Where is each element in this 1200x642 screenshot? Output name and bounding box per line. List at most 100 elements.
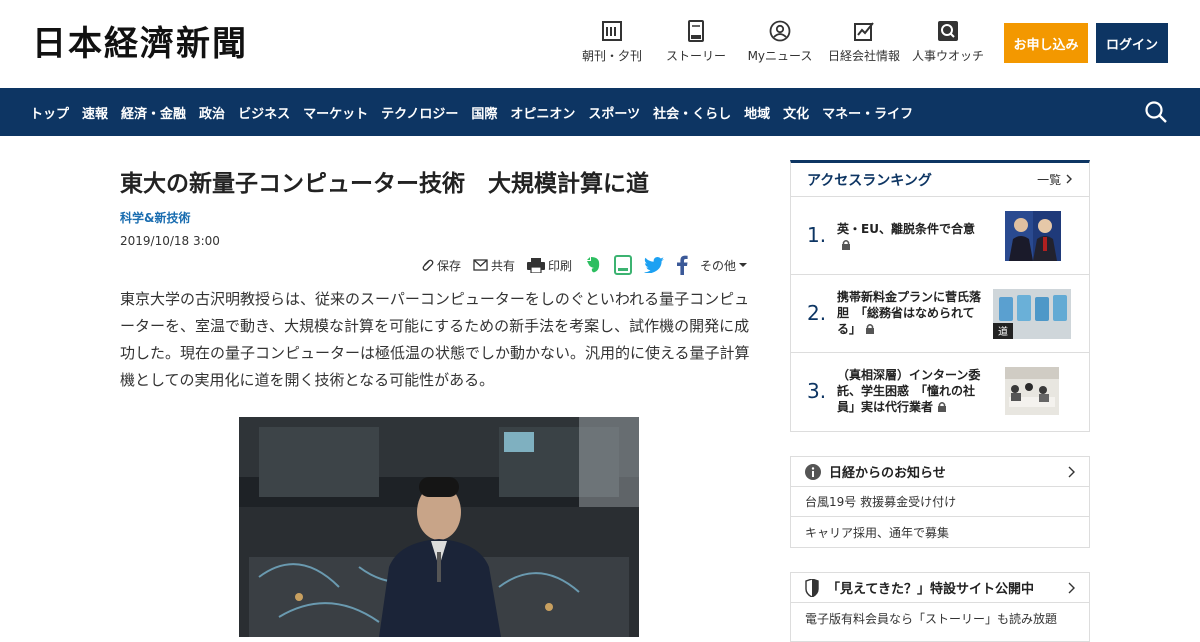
mail-icon [473, 259, 488, 271]
login-button[interactable]: ログイン [1096, 23, 1168, 63]
site-header: 日本経濟新聞 朝刊・夕刊 ストーリー Myニュース 日経会社情報 人事ウオッチ … [0, 0, 1200, 88]
caret-down-icon [739, 263, 748, 267]
nav-story-label: ストーリー [665, 49, 726, 63]
lock-icon [866, 324, 875, 334]
share-button[interactable]: 共有 [473, 257, 515, 274]
more-share-label: その他 [700, 258, 737, 273]
apply-button[interactable]: お申し込み [1004, 23, 1088, 63]
chart-icon [854, 22, 874, 41]
nav-my-news[interactable]: Myニュース [740, 20, 820, 64]
ranking-title: アクセスランキング [807, 172, 932, 189]
nav-item-economy[interactable]: 経済・金融 [121, 103, 186, 122]
evernote-button[interactable] [584, 256, 602, 274]
lab-photo-illustration [239, 417, 639, 637]
ranking-item[interactable]: 2. 携帯新料金プランに菅氏落胆 「総務省はなめられてる」 道 [791, 275, 1089, 353]
search-icon[interactable] [1144, 100, 1168, 124]
share-label: 共有 [491, 258, 516, 273]
nav-company-info-label: 日経会社情報 [827, 49, 900, 63]
save-button[interactable]: 保存 [420, 257, 461, 274]
ranking-headline-text: （真相深層）インターン委託、学生困惑 「憧れの社員」実は代行業者 [837, 368, 981, 414]
printer-icon [527, 257, 546, 273]
ranking-thumbnail [1005, 211, 1061, 261]
facebook-button[interactable] [676, 255, 688, 275]
nav-item-top[interactable]: トップ [30, 103, 69, 122]
nav-company-info[interactable]: 日経会社情報 [824, 20, 904, 64]
article-date: 2019/10/18 3:00 [120, 234, 220, 248]
ranking-number: 3. [807, 379, 827, 403]
ranking-more-link[interactable]: 一覧 [1037, 171, 1073, 188]
nav-story[interactable]: ストーリー [656, 20, 736, 64]
site-logo[interactable]: 日本経濟新聞 [32, 24, 248, 64]
article-title: 東大の新量子コンピューター技術 大規模計算に道 [120, 171, 649, 197]
paperclip-icon [422, 259, 434, 271]
special-item[interactable]: 電子版有料会員なら「ストーリー」も読み放題 [791, 603, 1089, 633]
nav-item-society[interactable]: 社会・くらし [653, 103, 731, 122]
ranking-thumbnail: 道 [993, 289, 1071, 339]
svg-text:道: 道 [998, 325, 1008, 338]
ranking-thumbnail [1005, 367, 1059, 415]
main-nav: トップ 速報 経済・金融 政治 ビジネス マーケット テクノロジー 国際 オピニ… [0, 88, 1200, 136]
print-button[interactable]: 印刷 [527, 257, 572, 274]
article: 東大の新量子コンピューター技術 大規模計算に道 科学&新技術 2019/10/1… [120, 160, 760, 637]
ranking-item[interactable]: 1. 英・EU、離脱条件で合意 [791, 197, 1089, 275]
ranking-number: 1. [807, 223, 827, 247]
ranking-headline-text: 携帯新料金プランに菅氏落胆 「総務省はなめられてる」 [837, 290, 982, 336]
ranking-item[interactable]: 3. （真相深層）インターン委託、学生困惑 「憧れの社員」実は代行業者 [791, 353, 1089, 431]
nav-paper-edition-label: 朝刊・夕刊 [581, 49, 642, 63]
nav-items: トップ 速報 経済・金融 政治 ビジネス マーケット テクノロジー 国際 オピニ… [30, 88, 926, 136]
nav-item-sports[interactable]: スポーツ [588, 103, 640, 122]
chevron-right-icon [1066, 174, 1072, 184]
special-site: 「見えてきた？」特設サイト公開中 電子版有料会員なら「ストーリー」も読み放題 [790, 572, 1090, 642]
ranking-headline: （真相深層）インターン委託、学生困惑 「憧れの社員」実は代行業者 [837, 367, 987, 415]
notice-item[interactable]: キャリア採用、通年で募集 [791, 517, 1089, 547]
print-label: 印刷 [548, 258, 573, 273]
nav-item-business[interactable]: ビジネス [238, 103, 290, 122]
share-bar: 保存 共有 印刷 その他 [420, 254, 763, 276]
nav-personnel-watch[interactable]: 人事ウオッチ [908, 20, 988, 64]
nav-item-market[interactable]: マーケット [303, 103, 368, 122]
info-icon [805, 463, 821, 480]
article-lead: 東京大学の古沢明教授らは、従来のスーパーコンピューターをしのぐといわれる量子コン… [120, 290, 750, 389]
ranking-header: アクセスランキング 一覧 [791, 163, 1089, 197]
chevron-right-icon [1068, 582, 1075, 594]
ranking-headline-text: 英・EU、離脱条件で合意 [837, 222, 975, 236]
nav-item-money-life[interactable]: マネー・ライフ [822, 103, 913, 122]
half-shield-icon [805, 578, 819, 597]
user-icon [769, 20, 791, 42]
ranking-headline: 携帯新料金プランに菅氏落胆 「総務省はなめられてる」 [837, 289, 987, 337]
chevron-right-icon [1068, 466, 1075, 478]
notices-header[interactable]: 日経からのお知らせ [791, 457, 1089, 487]
twitter-icon [644, 257, 665, 273]
ranking-headline: 英・EU、離脱条件で合意 [837, 221, 987, 253]
bookmark-icon [614, 255, 633, 275]
magnifier-icon [938, 21, 958, 41]
nikkei-notices: 日経からのお知らせ 台風19号 救援募金受け付け キャリア採用、通年で募集 [790, 456, 1090, 548]
nav-item-culture[interactable]: 文化 [783, 103, 809, 122]
nav-item-opinion[interactable]: オピニオン [510, 103, 575, 122]
notice-item[interactable]: 台風19号 救援募金受け付け [791, 487, 1089, 517]
special-title: 「見えてきた？」特設サイト公開中 [827, 582, 1034, 597]
nav-item-breaking[interactable]: 速報 [82, 103, 108, 122]
hatena-button[interactable] [614, 255, 633, 275]
lock-icon [938, 402, 947, 412]
article-photo [239, 417, 639, 637]
nav-item-international[interactable]: 国際 [471, 103, 497, 122]
nav-paper-edition[interactable]: 朝刊・夕刊 [572, 20, 652, 64]
newspaper-icon [602, 21, 622, 41]
lock-icon [842, 240, 850, 250]
ranking-number: 2. [807, 301, 827, 325]
twitter-button[interactable] [644, 257, 665, 273]
nav-item-technology[interactable]: テクノロジー [381, 103, 458, 122]
facebook-icon [677, 255, 688, 275]
nav-my-news-label: Myニュース [747, 49, 813, 63]
access-ranking: アクセスランキング 一覧 1. 英・EU、離脱条件で合意 2. 携帯新料金プラン… [790, 160, 1090, 432]
notices-title: 日経からのお知らせ [829, 466, 946, 481]
special-header[interactable]: 「見えてきた？」特設サイト公開中 [791, 573, 1089, 603]
nav-item-politics[interactable]: 政治 [199, 103, 225, 122]
article-category[interactable]: 科学&新技術 [120, 209, 760, 226]
more-share-dropdown[interactable]: その他 [700, 257, 751, 274]
ranking-more-label: 一覧 [1037, 173, 1062, 187]
nav-item-region[interactable]: 地域 [744, 103, 770, 122]
evernote-icon [587, 257, 600, 273]
save-label: 保存 [437, 258, 462, 273]
